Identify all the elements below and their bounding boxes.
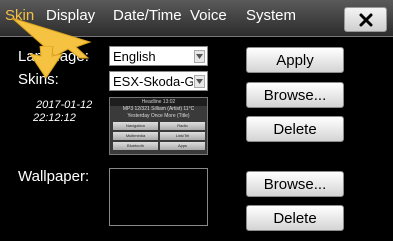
tab-system[interactable]: System — [246, 7, 296, 24]
close-icon — [359, 13, 372, 26]
wallpaper-label: Wallpaper: — [18, 168, 90, 185]
language-select[interactable]: English — [109, 46, 208, 66]
skin-preview: Headline 13:02 MP3 12/321 Silliam (Artis… — [109, 97, 208, 155]
browse-skin-button[interactable]: Browse... — [246, 82, 344, 108]
preview-line1: MP3 12/321 Silliam (Artist) 11°C — [122, 106, 195, 112]
skins-value: ESX-Skoda-Gre — [113, 74, 193, 89]
language-value: English — [113, 49, 156, 64]
skin-date: 2017-01-12 — [36, 99, 93, 111]
pointer-arrow-icon — [28, 46, 64, 79]
tab-voice[interactable]: Voice — [190, 7, 227, 24]
chevron-down-icon — [194, 50, 205, 63]
apply-button[interactable]: Apply — [246, 47, 344, 73]
preview-cell: Bluetooth — [113, 142, 158, 150]
delete-skin-button[interactable]: Delete — [246, 116, 344, 142]
wallpaper-preview — [109, 168, 208, 226]
browse-wallpaper-button[interactable]: Browse... — [246, 171, 344, 197]
preview-cell: Radio — [160, 122, 205, 130]
preview-cell: Multimedia — [113, 132, 158, 140]
chevron-down-icon — [194, 75, 205, 88]
preview-cell: Link/Tel — [160, 132, 205, 140]
preview-cell: Navigation — [113, 122, 158, 130]
skins-select[interactable]: ESX-Skoda-Gre — [109, 71, 208, 91]
preview-line2: Yesterday Once More (Title) — [127, 113, 190, 119]
tab-date-time[interactable]: Date/Time — [113, 7, 182, 24]
preview-title: Headline 13:02 — [110, 98, 207, 106]
skin-time: 22:12:12 — [33, 112, 76, 124]
close-button[interactable] — [344, 7, 387, 32]
preview-cell: Apps — [160, 142, 205, 150]
preview-grid: Navigation Radio Multimedia Link/Tel Blu… — [113, 122, 205, 150]
delete-wallpaper-button[interactable]: Delete — [246, 205, 344, 231]
